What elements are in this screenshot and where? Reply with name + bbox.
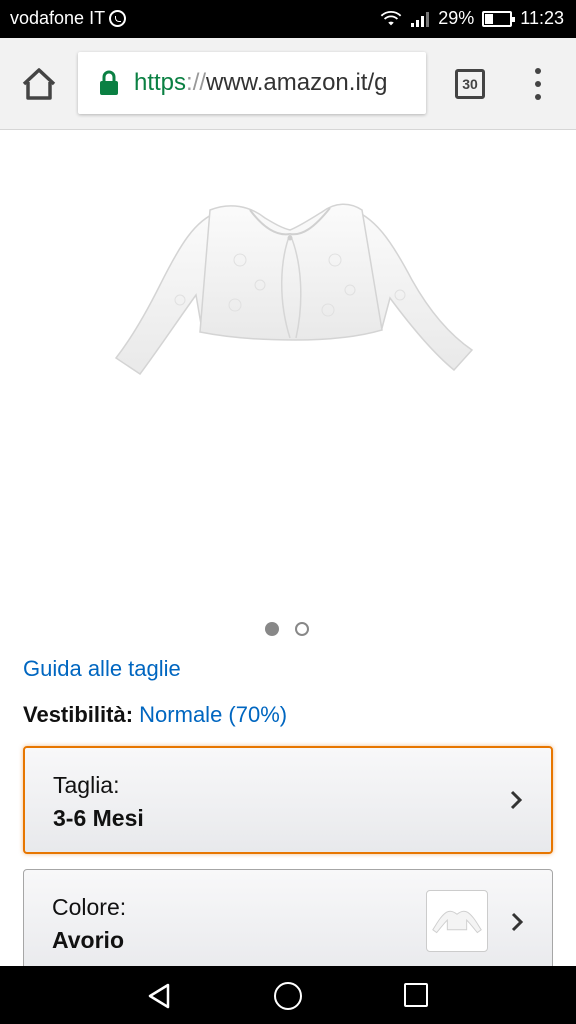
address-bar[interactable]: https://www.amazon.it/g: [78, 52, 426, 114]
system-navigation-bar: [0, 966, 576, 1024]
chevron-right-icon: [510, 790, 523, 810]
carousel-dot-2[interactable]: [295, 622, 309, 636]
color-selector[interactable]: Colore: Avorio: [23, 869, 553, 979]
color-selector-label: Colore:: [52, 894, 127, 920]
url-separator: ://: [186, 69, 207, 96]
color-selector-value: Avorio: [52, 927, 124, 953]
size-selector-label: Taglia:: [53, 772, 120, 798]
image-carousel-dots: [265, 622, 309, 636]
home-icon[interactable]: [20, 66, 58, 102]
lock-icon: [100, 70, 118, 95]
recent-apps-icon[interactable]: [404, 983, 428, 1007]
browser-toolbar: https://www.amazon.it/g 30: [0, 38, 576, 130]
battery-icon: [482, 10, 516, 27]
url-scheme: https: [134, 69, 187, 96]
home-circle-icon[interactable]: [274, 982, 302, 1010]
tab-switcher-button[interactable]: 30: [455, 69, 485, 99]
status-right: 29% 11:23: [380, 8, 564, 29]
size-selector-value: 3-6 Mesi: [53, 805, 144, 831]
wifi-icon: [380, 10, 402, 25]
back-icon[interactable]: [146, 982, 172, 1010]
chevron-right-icon: [511, 912, 524, 932]
fit-row: Vestibilità: Normale (70%): [23, 702, 287, 728]
size-guide-link[interactable]: Guida alle taglie: [23, 656, 181, 682]
battery-percent: 29%: [438, 8, 475, 28]
overflow-menu-icon[interactable]: [530, 66, 546, 102]
whatsapp-notification-icon: [109, 10, 127, 27]
status-left: vodafone IT: [10, 8, 127, 29]
fit-value-link[interactable]: Normale (70%): [139, 702, 287, 727]
clock: 11:23: [520, 8, 564, 28]
status-bar: vodafone IT 29% 11:23: [0, 0, 576, 38]
product-image-bolero[interactable]: [100, 190, 480, 390]
size-selector[interactable]: Taglia: 3-6 Mesi: [23, 746, 553, 854]
carousel-dot-1[interactable]: [265, 622, 279, 636]
color-swatch-thumbnail: [426, 890, 488, 952]
url-text: https://www.amazon.it/g: [134, 69, 387, 97]
signal-icon: [411, 11, 430, 27]
url-host: www.amazon.it/g: [206, 69, 388, 96]
carrier-name: vodafone IT: [10, 8, 106, 28]
fit-label: Vestibilità:: [23, 702, 134, 727]
